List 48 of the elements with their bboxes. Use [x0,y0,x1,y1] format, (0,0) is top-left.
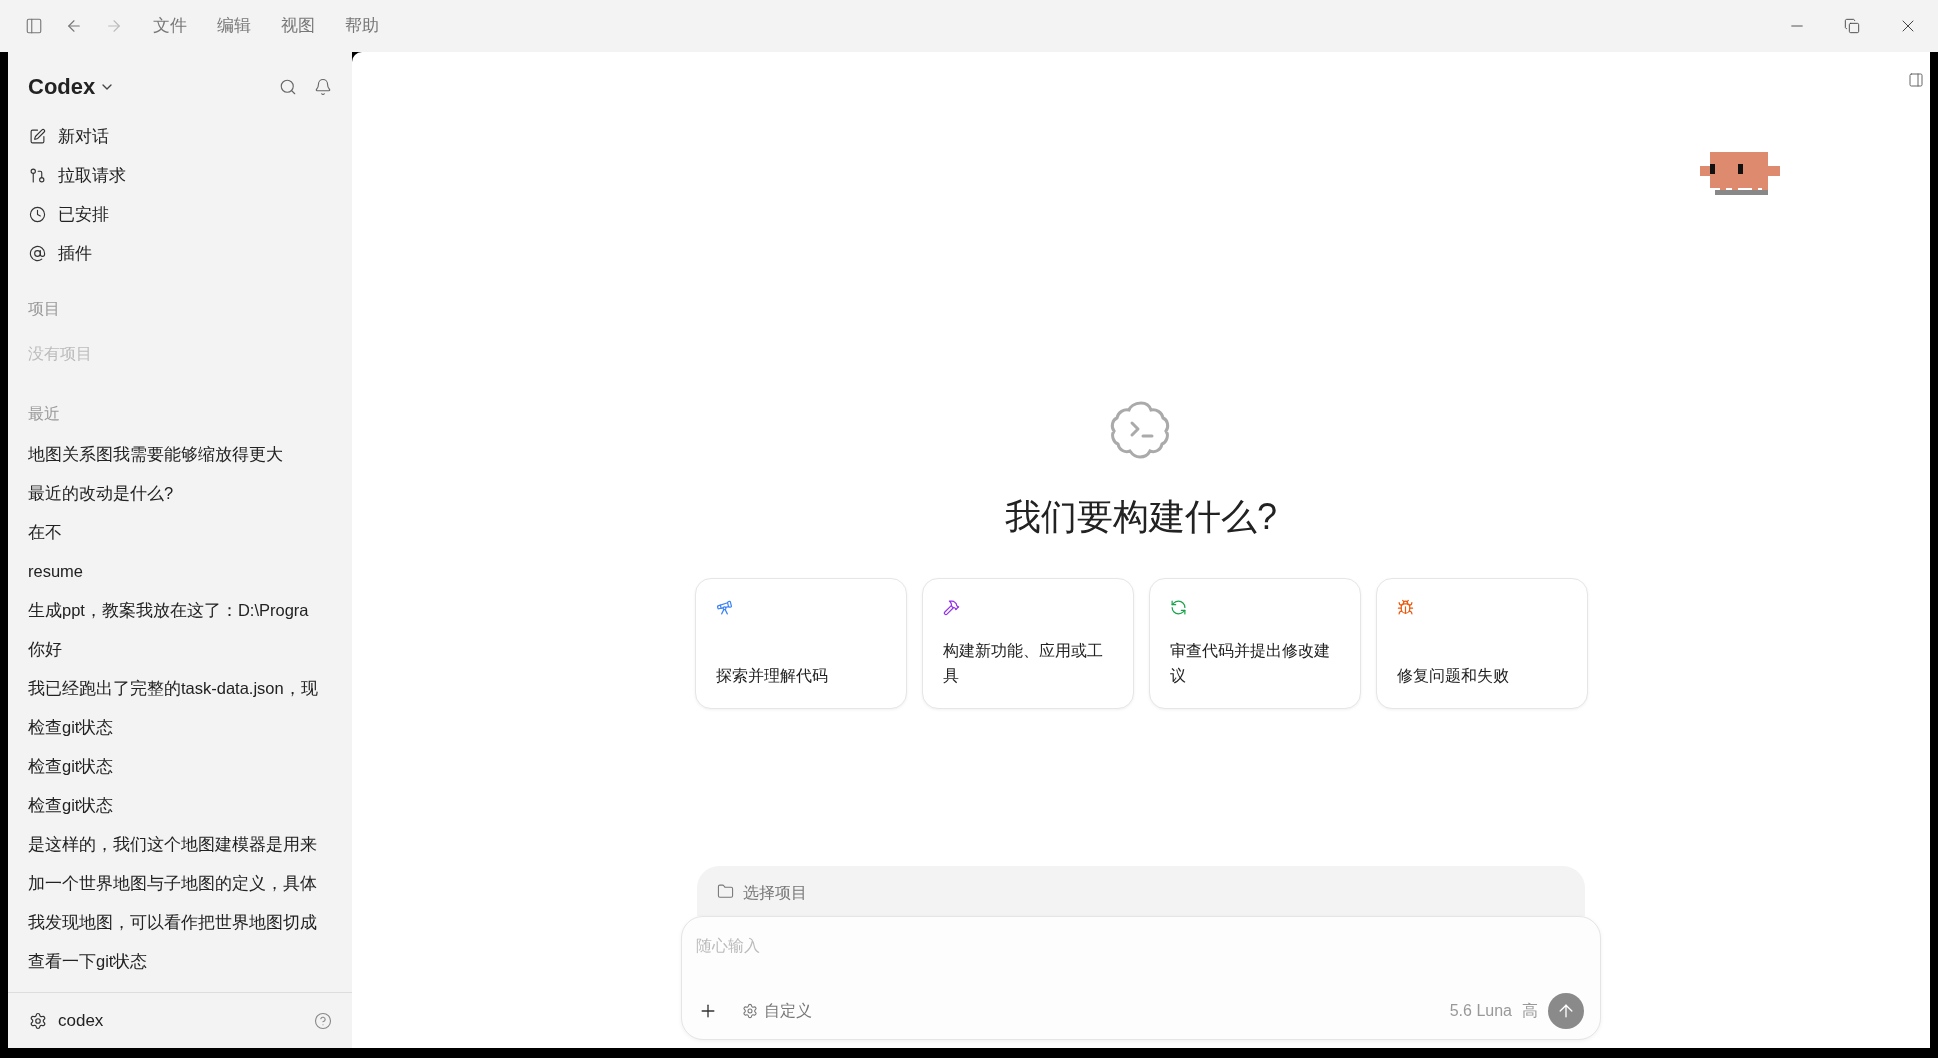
back-icon[interactable] [65,17,83,35]
recent-chat-item[interactable]: 检查git状态 [28,715,114,740]
sidebar-toggle-icon[interactable] [25,17,43,35]
nav-item[interactable]: 新对话 [58,123,109,150]
edit-icon [29,128,46,145]
settings-icon[interactable] [29,1011,47,1030]
send-button[interactable] [1548,993,1584,1029]
suggestion-card[interactable]: 审查代码并提出修改建议 [1148,578,1361,709]
recent-chat-item[interactable]: 加一个世界地图与子地图的定义，具体 [28,871,317,896]
recent-chat-item[interactable]: 最近的改动是什么? [28,481,174,506]
recent-chat-item[interactable]: 我已经跑出了完整的task-data.json，现 [28,676,318,701]
menu-item[interactable]: 帮助 [345,13,379,39]
page-heading: 我们要构建什么? [1005,495,1277,539]
recent-chat-item[interactable]: 你好 [28,637,62,662]
folder-icon [717,883,734,900]
help-icon[interactable] [314,1011,332,1030]
suggestion-card[interactable]: 构建新功能、应用或工具 [921,578,1134,709]
recent-chat-item[interactable]: 地图关系图我需要能够缩放得更大 [28,442,283,467]
section-heading: 项目 [28,299,61,319]
search-icon[interactable] [279,77,297,96]
menu-item[interactable]: 文件 [153,13,187,39]
nav-item[interactable]: 插件 [58,240,92,267]
project-picker[interactable]: 选择项目 [697,866,1585,916]
nav-item[interactable]: 拉取请求 [58,162,126,189]
message-input[interactable]: 随心输入 [696,931,1586,961]
recent-chat-item[interactable]: 我发现地图，可以看作把世界地图切成 [28,910,317,935]
recent-chat-item[interactable]: 是这样的，我们这个地图建模器是用来 [28,832,317,857]
section-heading: 最近 [28,404,61,424]
restore-icon[interactable] [1844,18,1860,34]
suggestion-card[interactable]: 修复问题和失败 [1375,578,1588,709]
panel-toggle-icon[interactable] [1908,72,1924,88]
app-title[interactable]: Codex [28,70,96,103]
pull-request-icon [29,167,46,184]
at-sign-icon [29,245,46,262]
recent-chat-item[interactable]: 检查git状态 [28,793,114,818]
account-name[interactable]: codex [58,1007,104,1034]
recent-chat-item[interactable]: resume [28,559,84,584]
recent-chat-item[interactable]: 检查git状态 [28,754,114,779]
clock-icon [29,206,46,223]
menu-item[interactable]: 视图 [281,13,315,39]
nav-item[interactable]: 已安排 [58,201,109,228]
recent-chat-item[interactable]: 在不 [28,520,62,545]
suggestion-card[interactable]: 探索并理解代码 [694,578,907,709]
menu-item[interactable]: 编辑 [217,13,251,39]
customize-button[interactable]: 自定义 [764,999,812,1023]
recent-chat-item[interactable]: 生成ppt，教案我放在这了：D:\Progra [28,598,309,623]
recent-chat-item[interactable]: 查看一下git状态 [28,949,148,974]
bell-icon[interactable] [314,77,332,96]
